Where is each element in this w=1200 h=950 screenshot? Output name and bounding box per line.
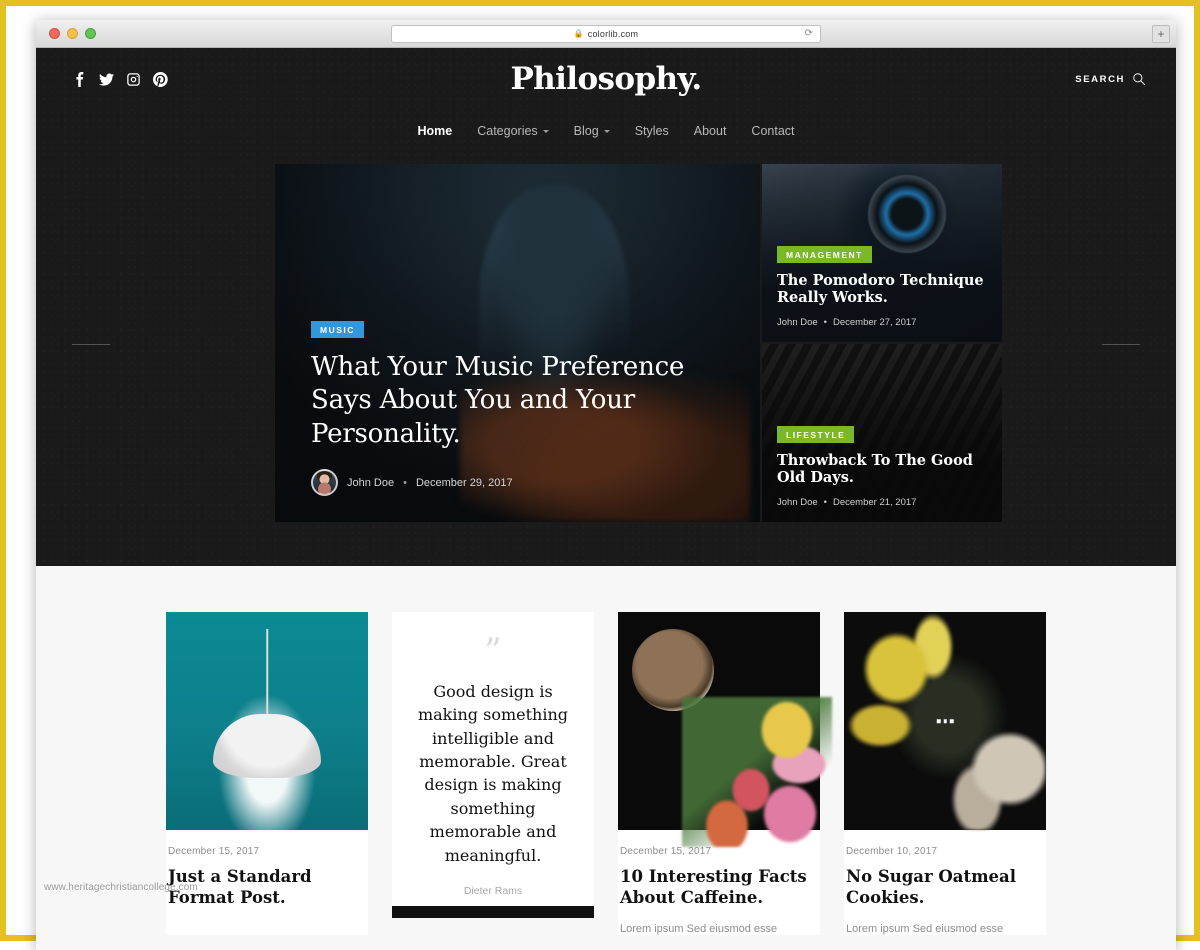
- post-card-body: December 15, 2017 Just a Standard Format…: [166, 830, 368, 909]
- post-thumbnail-lamp[interactable]: [166, 612, 368, 830]
- post-title[interactable]: No Sugar Oatmeal Cookies.: [846, 866, 1044, 909]
- author-name[interactable]: John Doe: [777, 317, 818, 328]
- page-viewport: Philosophy. SEARCH Home Categories: [36, 48, 1176, 950]
- primary-navigation: Home Categories Blog Styles About: [36, 110, 1176, 138]
- social-links: [72, 72, 168, 87]
- post-grid: December 15, 2017 Just a Standard Format…: [36, 566, 1176, 935]
- post-date: December 15, 2017: [620, 846, 818, 857]
- browser-titlebar: 🔒 colorlib.com ⟳ +: [36, 20, 1176, 48]
- side-post-body: MANAGEMENT The Pomodoro Technique Really…: [777, 245, 990, 328]
- meta-separator: •: [403, 477, 407, 489]
- side-post-meta: John Doe • December 21, 2017: [777, 497, 990, 508]
- meta-separator: •: [824, 497, 827, 508]
- meta-separator: •: [824, 317, 827, 328]
- post-date: December 15, 2017: [168, 846, 366, 857]
- new-tab-button[interactable]: +: [1152, 25, 1170, 43]
- maximize-window-button[interactable]: [85, 28, 96, 39]
- quote-card-footer-bar: [392, 906, 594, 918]
- nav-label: Blog: [574, 124, 599, 138]
- watermark: www.heritagechristiancollege.com: [44, 882, 198, 893]
- hero-side-column: MANAGEMENT The Pomodoro Technique Really…: [762, 164, 1002, 522]
- facebook-icon[interactable]: [72, 72, 87, 87]
- nav-item-contact[interactable]: Contact: [751, 124, 794, 138]
- minimize-window-button[interactable]: [67, 28, 78, 39]
- page-frame: 🔒 colorlib.com ⟳ +: [0, 0, 1200, 941]
- side-post-card-throwback[interactable]: LIFESTYLE Throwback To The Good Old Days…: [762, 344, 1002, 522]
- nav-label: Home: [417, 124, 452, 138]
- site-logo[interactable]: Philosophy.: [36, 61, 1176, 97]
- featured-post-card[interactable]: MUSIC What Your Music Preference Says Ab…: [275, 164, 760, 522]
- post-date: December 21, 2017: [833, 497, 916, 508]
- reload-icon[interactable]: ⟳: [805, 28, 813, 39]
- featured-post-body: MUSIC What Your Music Preference Says Ab…: [311, 320, 730, 496]
- category-badge-lifestyle[interactable]: LIFESTYLE: [777, 426, 854, 443]
- post-thumbnail-coffee[interactable]: [618, 612, 820, 830]
- chevron-down-icon: [543, 130, 549, 133]
- post-card-body: December 10, 2017 No Sugar Oatmeal Cooki…: [844, 830, 1046, 935]
- address-bar[interactable]: 🔒 colorlib.com ⟳: [391, 25, 821, 43]
- search-trigger[interactable]: SEARCH: [1075, 72, 1146, 86]
- site-dark-section: Philosophy. SEARCH Home Categories: [36, 48, 1176, 566]
- post-card-cookies[interactable]: December 10, 2017 No Sugar Oatmeal Cooki…: [844, 612, 1046, 935]
- close-window-button[interactable]: [49, 28, 60, 39]
- instagram-icon[interactable]: [126, 72, 141, 87]
- site-header: Philosophy. SEARCH: [36, 48, 1176, 110]
- chevron-down-icon: [604, 130, 610, 133]
- author-name[interactable]: John Doe: [777, 497, 818, 508]
- side-post-title: The Pomodoro Technique Really Works.: [777, 272, 990, 307]
- quote-mark-icon: ”: [408, 634, 578, 668]
- side-post-meta: John Doe • December 27, 2017: [777, 317, 990, 328]
- nav-label: Categories: [477, 124, 537, 138]
- side-post-body: LIFESTYLE Throwback To The Good Old Days…: [777, 425, 990, 508]
- side-post-title: Throwback To The Good Old Days.: [777, 452, 990, 487]
- post-title[interactable]: 10 Interesting Facts About Caffeine.: [620, 866, 818, 909]
- category-badge-music[interactable]: MUSIC: [311, 321, 364, 338]
- nav-item-blog[interactable]: Blog: [574, 124, 610, 138]
- pinterest-icon[interactable]: [153, 72, 168, 87]
- post-date: December 10, 2017: [846, 846, 1044, 857]
- avatar: [311, 469, 338, 496]
- nav-item-categories[interactable]: Categories: [477, 124, 548, 138]
- post-card-caffeine[interactable]: December 15, 2017 10 Interesting Facts A…: [618, 612, 820, 935]
- post-excerpt: Lorem ipsum Sed eiusmod esse: [620, 923, 818, 935]
- window-controls: [49, 28, 96, 39]
- post-date: December 27, 2017: [833, 317, 916, 328]
- category-badge-management[interactable]: MANAGEMENT: [777, 246, 872, 263]
- nav-item-styles[interactable]: Styles: [635, 124, 669, 138]
- nav-label: Contact: [751, 124, 794, 138]
- nav-item-home[interactable]: Home: [417, 124, 452, 138]
- nav-item-about[interactable]: About: [694, 124, 727, 138]
- search-label: SEARCH: [1075, 74, 1125, 85]
- featured-post-meta: John Doe • December 29, 2017: [311, 469, 730, 496]
- url-text: colorlib.com: [588, 29, 638, 39]
- nav-label: About: [694, 124, 727, 138]
- nav-label: Styles: [635, 124, 669, 138]
- lock-icon: 🔒: [574, 30, 584, 38]
- ellipsis-icon: [937, 719, 954, 723]
- author-name[interactable]: John Doe: [347, 477, 394, 489]
- quote-text: Good design is making something intellig…: [408, 680, 578, 867]
- post-date: December 29, 2017: [416, 477, 513, 489]
- post-excerpt: Lorem ipsum Sed eiusmod esse: [846, 923, 1044, 935]
- slider-prev-arrow[interactable]: [72, 344, 110, 345]
- slider-next-arrow[interactable]: [1102, 344, 1140, 345]
- quote-author: Dieter Rams: [408, 885, 578, 897]
- hero-slider: MUSIC What Your Music Preference Says Ab…: [36, 164, 1176, 522]
- post-card-quote[interactable]: ” Good design is making something intell…: [392, 612, 594, 912]
- search-icon: [1132, 72, 1146, 86]
- post-thumbnail-flowers[interactable]: [844, 612, 1046, 830]
- browser-window: 🔒 colorlib.com ⟳ +: [36, 20, 1176, 950]
- side-post-card-pomodoro[interactable]: MANAGEMENT The Pomodoro Technique Really…: [762, 164, 1002, 342]
- twitter-icon[interactable]: [99, 72, 114, 87]
- featured-post-title: What Your Music Preference Says About Yo…: [311, 351, 730, 451]
